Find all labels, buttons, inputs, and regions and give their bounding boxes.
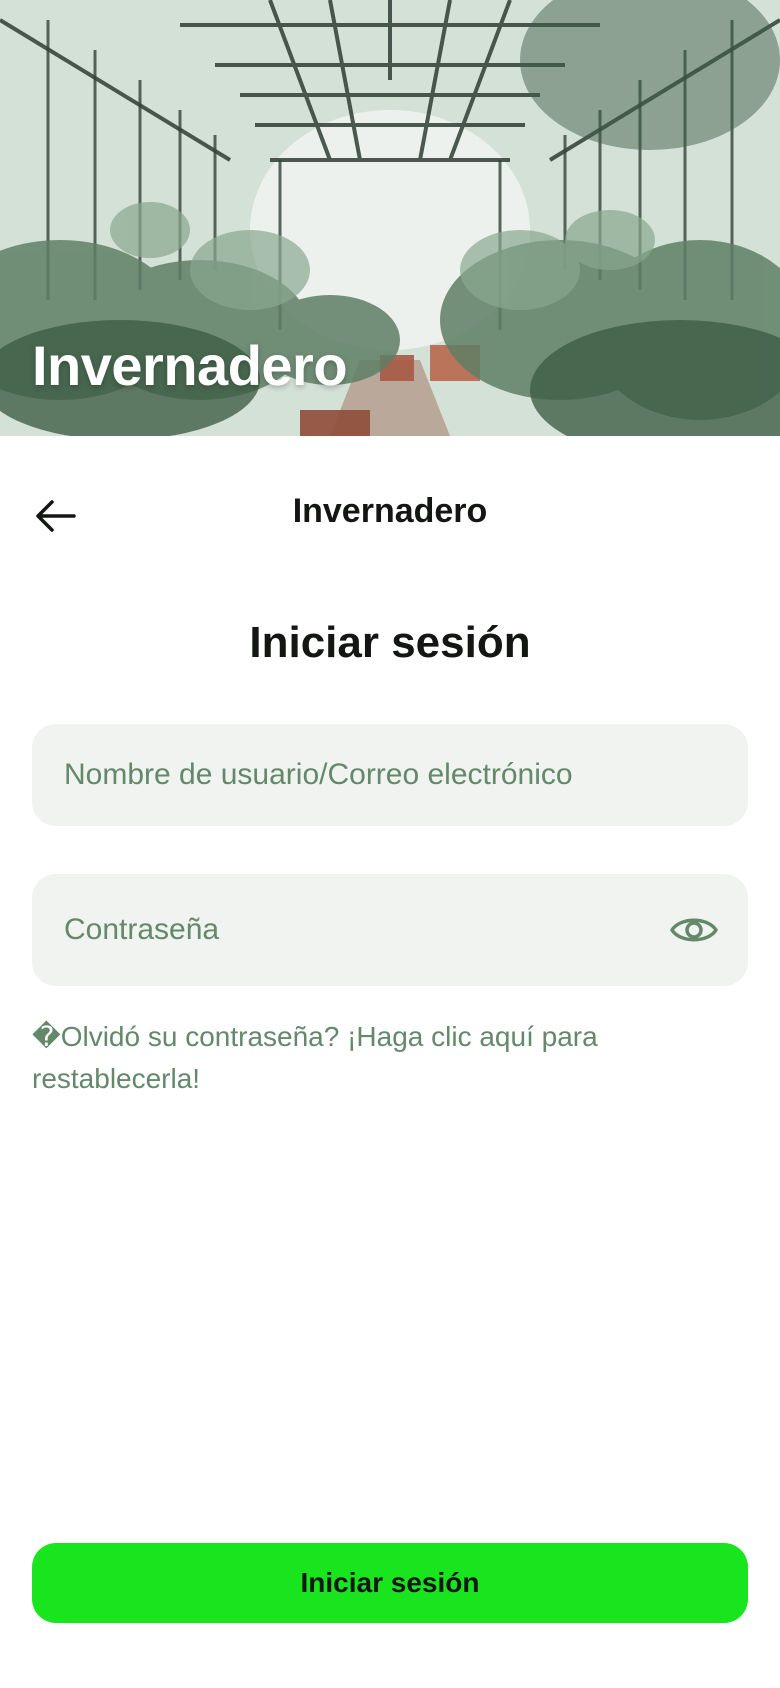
app-bar-title: Invernadero	[292, 492, 488, 530]
top-app-bar: Invernadero	[0, 480, 780, 550]
password-field	[32, 874, 748, 986]
page-title: Iniciar sesión	[249, 618, 531, 667]
password-input[interactable]	[32, 874, 748, 986]
login-button[interactable]: Iniciar sesión	[32, 1543, 748, 1623]
username-input[interactable]	[32, 724, 748, 826]
show-password-button[interactable]	[670, 910, 718, 950]
forgot-password-link[interactable]: �Olvidó su contraseña? ¡Haga clic aquí p…	[32, 1016, 672, 1100]
hero-banner: Invernadero	[0, 0, 780, 436]
eye-icon	[670, 918, 718, 942]
username-field	[32, 724, 748, 826]
hero-title: Invernadero	[32, 334, 348, 397]
